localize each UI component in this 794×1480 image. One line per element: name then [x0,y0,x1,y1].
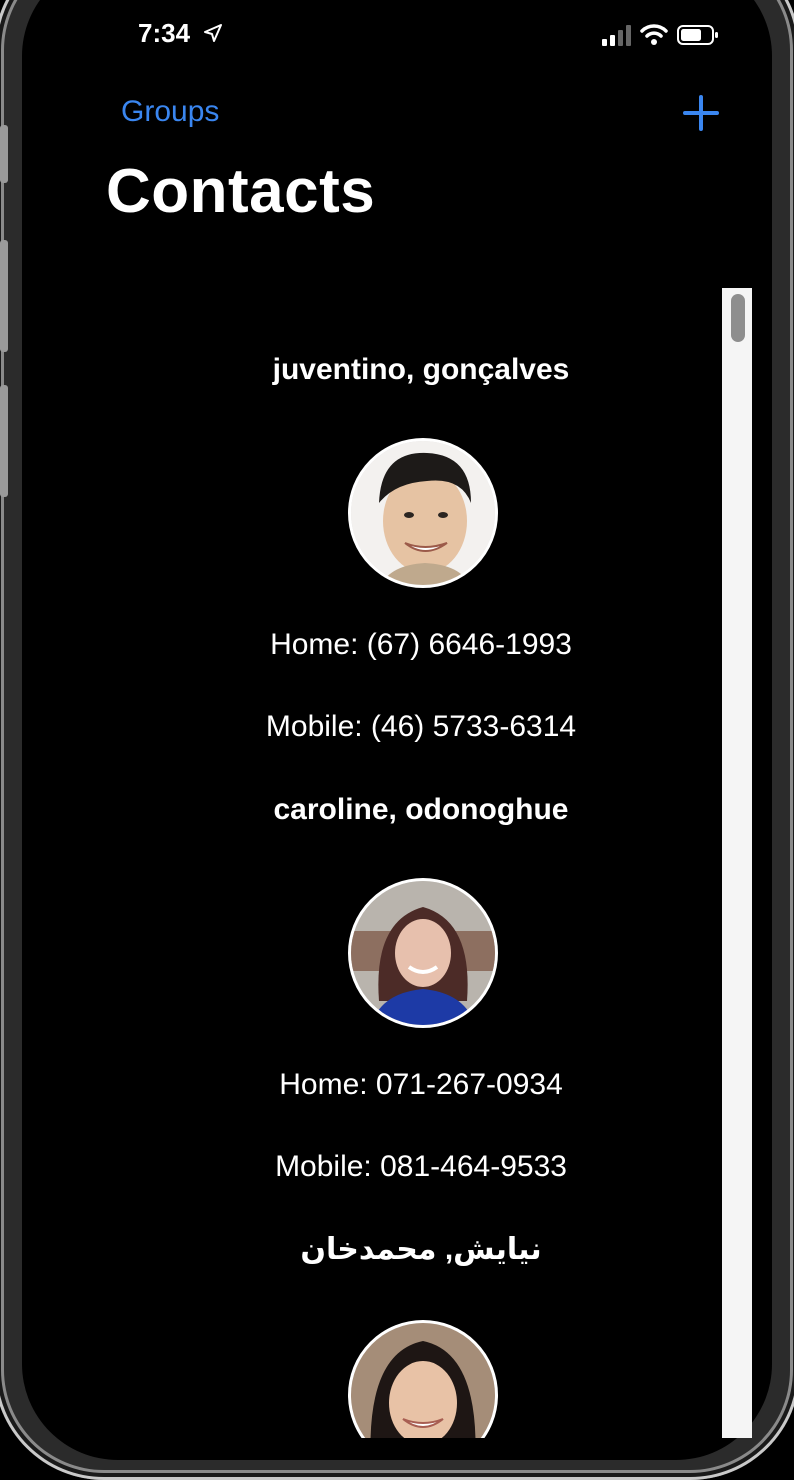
avatar-photo [351,441,495,585]
contact-card[interactable]: juventino, gonçalves Home: (67) 6646-199… [0,350,794,743]
contact-name: نيايش, محمدخان [300,1233,542,1266]
scrollbar-track[interactable] [722,288,752,1438]
mobile-phone: Mobile: (46) 5733-6314 [265,710,577,743]
avatar-photo [351,1323,495,1438]
status-time: 7:34 [138,18,191,48]
mobile-phone: Mobile: 081-464-9533 [275,1150,567,1183]
contact-name: juventino, gonçalves [272,353,570,386]
avatar-photo [351,881,495,1025]
plus-icon[interactable] [682,94,720,132]
home-phone: Home: (67) 6646-1993 [270,628,572,661]
contact-card[interactable]: caroline, odonoghue Home: 071-267-0934 M… [0,790,794,1183]
page-title: Contacts [106,157,376,226]
groups-button[interactable]: Groups [121,95,219,129]
avatar [348,1320,498,1438]
wifi-icon [640,24,668,45]
mute-switch [0,125,8,183]
battery-icon [677,25,718,45]
contact-card[interactable]: نيايش, محمدخان [0,1230,794,1438]
signal-icon [602,25,631,46]
location-arrow-icon [204,24,222,42]
contact-name: caroline, odonoghue [273,793,569,826]
contacts-list[interactable]: juventino, gonçalves Home: (67) 6646-199… [0,288,794,1438]
avatar [348,878,498,1028]
avatar [348,438,498,588]
scrollbar-thumb[interactable] [731,294,745,342]
home-phone: Home: 071-267-0934 [279,1068,563,1101]
